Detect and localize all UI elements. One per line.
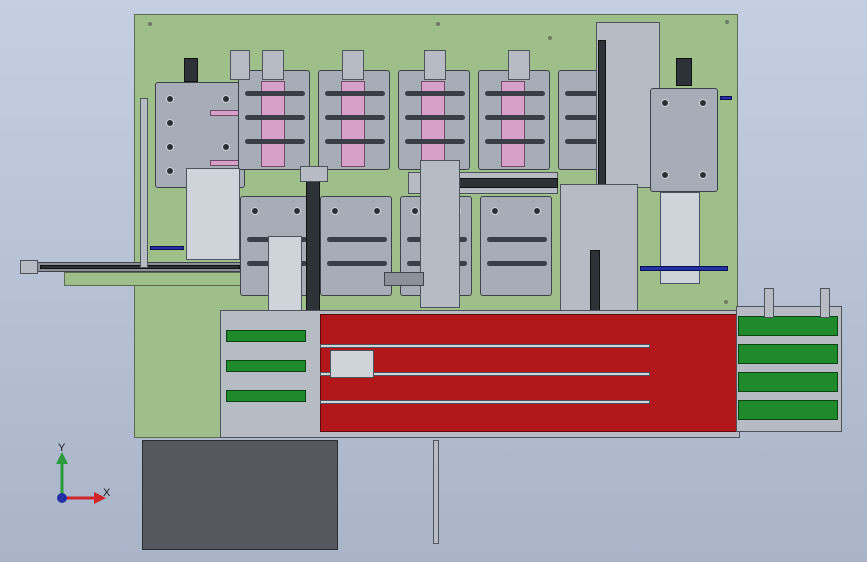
middle-block-4 xyxy=(480,196,552,296)
blue-rail xyxy=(720,96,732,100)
plate-bolt xyxy=(724,300,728,304)
blue-rail xyxy=(150,246,184,250)
clamp-top xyxy=(508,50,530,80)
right-motor xyxy=(676,58,692,86)
center-vertical-slide-base xyxy=(384,272,424,286)
output-lane xyxy=(738,316,838,336)
plate-bolt xyxy=(548,36,552,40)
left-vertical-guide xyxy=(140,98,148,268)
left-carriage-plate xyxy=(186,168,240,260)
right-drive-belt xyxy=(598,40,606,188)
plate-bolt xyxy=(436,22,440,26)
output-lane xyxy=(738,372,838,392)
y-axis-label: Y xyxy=(58,442,66,454)
gantry-cap xyxy=(300,166,328,182)
conveyor-lane-divider xyxy=(320,344,650,348)
z-axis-origin xyxy=(57,493,67,503)
conveyor-left-strip xyxy=(226,330,306,342)
conveyor-center-plate xyxy=(330,350,374,378)
motor-top-left xyxy=(184,58,198,82)
magazine-station-3 xyxy=(398,70,470,170)
x-axis-label: X xyxy=(103,487,111,499)
output-post xyxy=(820,288,830,318)
clamp-top xyxy=(424,50,446,80)
pusher-plate xyxy=(268,236,302,314)
plate-bolt xyxy=(148,22,152,26)
lower-cabinet xyxy=(142,440,338,550)
middle-block-2 xyxy=(320,196,392,296)
clamp-top xyxy=(342,50,364,80)
right-block xyxy=(650,88,718,192)
left-feed-support xyxy=(64,272,244,286)
plate-bolt xyxy=(725,20,729,24)
clamp-top xyxy=(230,50,250,80)
conveyor-left-strip xyxy=(226,390,306,402)
output-lane xyxy=(738,344,838,364)
output-post xyxy=(764,288,774,318)
center-vertical-slide xyxy=(420,160,460,308)
output-lane xyxy=(738,400,838,420)
center-actuator-rod xyxy=(456,178,558,188)
vertical-rod xyxy=(433,440,439,544)
conveyor-lane-divider xyxy=(320,400,650,404)
magazine-station-4 xyxy=(478,70,550,170)
clamp-top xyxy=(262,50,284,80)
left-feed-tip xyxy=(20,260,38,274)
magazine-station-1 xyxy=(238,70,310,170)
magazine-station-2 xyxy=(318,70,390,170)
conveyor-left-strip xyxy=(226,360,306,372)
blue-rail xyxy=(640,266,728,271)
